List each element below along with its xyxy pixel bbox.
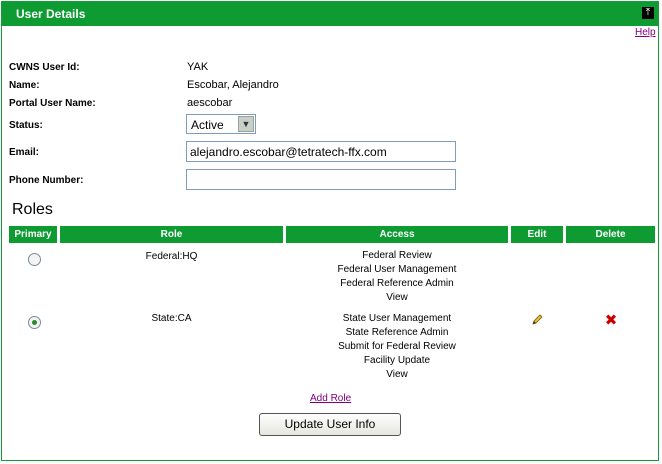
access-item: Facility Update bbox=[363, 355, 431, 366]
access-item: State User Management bbox=[342, 313, 452, 324]
access-item: Federal Review bbox=[362, 250, 432, 261]
primary-radio-state-ca[interactable] bbox=[28, 316, 41, 329]
phone-number-label: Phone Number: bbox=[9, 175, 84, 186]
user-details-panel: User Details ⤒ Help CWNS User Id: YAK Na… bbox=[1, 1, 659, 461]
name-label: Name: bbox=[9, 80, 40, 91]
edit-pencil-icon[interactable] bbox=[530, 313, 544, 327]
update-user-info-button[interactable]: Update User Info bbox=[259, 413, 401, 436]
access-item: Federal User Management bbox=[337, 264, 457, 275]
roles-heading: Roles bbox=[12, 201, 53, 218]
access-list: Federal Review Federal User Management F… bbox=[287, 249, 507, 305]
status-selected-value: Active bbox=[191, 118, 224, 132]
phone-number-field[interactable] bbox=[186, 169, 456, 190]
help-link[interactable]: Help bbox=[635, 27, 656, 38]
column-header-role: Role bbox=[60, 226, 283, 243]
access-item: View bbox=[386, 369, 408, 380]
column-header-delete: Delete bbox=[566, 226, 655, 243]
status-label: Status: bbox=[9, 120, 43, 131]
primary-radio-federal-hq[interactable] bbox=[28, 253, 41, 266]
delete-x-icon[interactable]: ✖ bbox=[604, 313, 618, 328]
user-id-value: YAK bbox=[187, 61, 209, 73]
status-select[interactable]: Active ▼ bbox=[186, 114, 256, 134]
access-item: State Reference Admin bbox=[345, 327, 449, 338]
column-header-edit: Edit bbox=[511, 226, 563, 243]
user-id-label: CWNS User Id: bbox=[9, 62, 80, 73]
access-item: Submit for Federal Review bbox=[338, 341, 456, 352]
portal-user-name-value: aescobar bbox=[187, 97, 233, 109]
column-header-access: Access bbox=[286, 226, 508, 243]
email-label: Email: bbox=[9, 147, 40, 158]
role-cell: State:CA bbox=[151, 313, 192, 324]
chevron-down-icon[interactable]: ▼ bbox=[238, 116, 254, 132]
access-list: State User Management State Reference Ad… bbox=[287, 312, 507, 382]
scroll-top-icon[interactable]: ⤒ bbox=[642, 7, 654, 19]
access-item: Federal Reference Admin bbox=[340, 278, 454, 289]
portal-user-name-label: Portal User Name: bbox=[9, 98, 96, 109]
access-item: View bbox=[386, 292, 408, 303]
name-value: Escobar, Alejandro bbox=[187, 79, 279, 91]
add-role-link[interactable]: Add Role bbox=[310, 393, 351, 404]
column-header-primary: Primary bbox=[9, 226, 57, 243]
role-cell: Federal:HQ bbox=[145, 251, 198, 262]
panel-title-bar: User Details ⤒ bbox=[2, 2, 658, 26]
email-field[interactable]: alejandro.escobar@tetratech-ffx.com bbox=[186, 141, 456, 162]
panel-title: User Details bbox=[16, 7, 86, 21]
